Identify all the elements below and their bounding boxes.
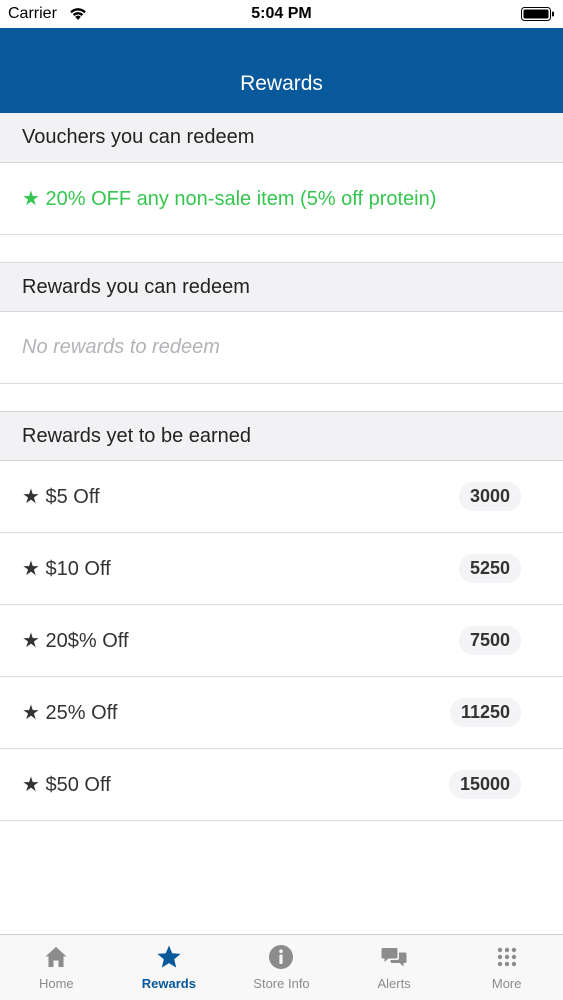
- points-badge: 11250: [449, 698, 521, 727]
- points-badge: 3000: [458, 482, 521, 511]
- reward-label: ★ 20$% Off: [22, 630, 129, 652]
- tab-more-label: More: [491, 976, 522, 991]
- page-title: Rewards: [240, 72, 323, 95]
- tab-store-info[interactable]: Store Info: [225, 935, 338, 1000]
- home-icon: [45, 947, 67, 967]
- section-spacer: [0, 235, 563, 262]
- tab-home[interactable]: Home: [0, 935, 113, 1000]
- section-spacer: [0, 384, 563, 411]
- navigation-bar: Rewards: [0, 28, 563, 113]
- empty-rewards-text: No rewards to redeem: [22, 336, 220, 358]
- rewards-list[interactable]: Vouchers you can redeem ★ 20% OFF any no…: [0, 113, 563, 821]
- battery-icon: [521, 7, 554, 21]
- reward-row[interactable]: ★ $50 Off 15000: [0, 749, 563, 821]
- clock-time: 5:04 PM: [251, 5, 312, 22]
- tab-alerts-label: Alerts: [377, 976, 411, 991]
- unearned-section-header: Rewards yet to be earned: [0, 411, 563, 461]
- grid-dots-icon: [497, 947, 516, 967]
- reward-row[interactable]: ★ $10 Off 5250: [0, 533, 563, 605]
- empty-rewards-row: No rewards to redeem: [0, 312, 563, 384]
- tab-rewards-label: Rewards: [141, 976, 196, 991]
- reward-row[interactable]: ★ 20$% Off 7500: [0, 605, 563, 677]
- info-icon: [269, 945, 294, 969]
- star-icon: [157, 945, 181, 968]
- voucher-item[interactable]: ★ 20% OFF any non-sale item (5% off prot…: [0, 163, 563, 235]
- status-bar: Carrier 5:04 PM: [0, 0, 563, 28]
- points-badge: 15000: [448, 770, 521, 799]
- reward-row[interactable]: ★ $5 Off 3000: [0, 461, 563, 533]
- reward-row[interactable]: ★ 25% Off 11250: [0, 677, 563, 749]
- redeemable-section-header: Rewards you can redeem: [0, 262, 563, 312]
- tab-more[interactable]: More: [450, 935, 563, 1000]
- tab-rewards[interactable]: Rewards: [113, 935, 226, 1000]
- vouchers-section-header: Vouchers you can redeem: [0, 113, 563, 163]
- tab-bar: Home Rewards Store Info Alerts More: [0, 934, 563, 1000]
- tab-store-info-label: Store Info: [253, 976, 310, 991]
- reward-label: ★ 25% Off: [22, 702, 118, 724]
- reward-label: ★ $50 Off: [22, 774, 111, 796]
- reward-label: ★ $5 Off: [22, 486, 100, 508]
- tab-home-label: Home: [38, 976, 74, 991]
- voucher-item-label: ★ 20% OFF any non-sale item (5% off prot…: [22, 188, 437, 210]
- points-badge: 5250: [458, 554, 521, 583]
- reward-label: ★ $10 Off: [22, 558, 111, 580]
- chat-bubbles-icon: [381, 948, 407, 967]
- points-badge: 7500: [458, 626, 521, 655]
- tab-alerts[interactable]: Alerts: [338, 935, 451, 1000]
